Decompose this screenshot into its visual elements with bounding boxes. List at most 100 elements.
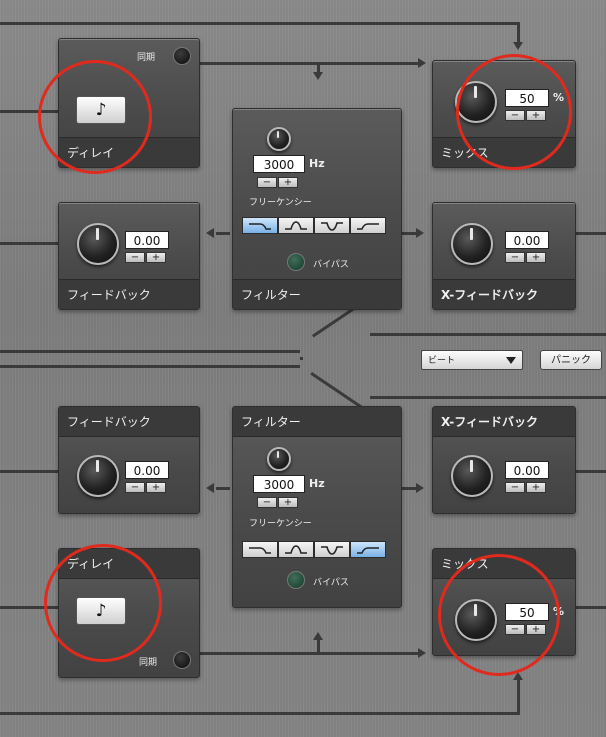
plus-button[interactable]: + — [278, 177, 298, 188]
bottom-xfeedback-panel: X-フィードバック 0.00 − + — [432, 406, 576, 514]
minus-button[interactable]: − — [125, 482, 145, 493]
mode-select-value: ビート — [428, 356, 456, 366]
bandpass-shape-icon[interactable] — [278, 541, 314, 558]
signal-wire — [0, 712, 520, 715]
sync-label: 同期 — [139, 658, 158, 668]
arrow-down-icon — [513, 42, 523, 50]
bottom-bypass-led[interactable] — [287, 571, 305, 589]
bottom-filter-title: フィルター — [233, 407, 401, 437]
bottom-filter-unit: Hz — [309, 477, 325, 490]
highlight-circle — [438, 554, 560, 676]
chevron-down-icon — [506, 357, 516, 364]
minus-button[interactable]: − — [257, 177, 277, 188]
top-feedback-value[interactable]: 0.00 — [125, 231, 169, 249]
arrow-down-icon — [313, 72, 323, 80]
top-filter-knob[interactable] — [267, 127, 291, 151]
bottom-xfeedback-knob[interactable] — [451, 455, 493, 497]
bottom-filter-freq[interactable]: 3000 — [253, 475, 305, 493]
bottom-xfeedback-title: X-フィードバック — [433, 407, 575, 437]
minus-button[interactable]: − — [505, 482, 525, 493]
minus-button[interactable]: − — [505, 252, 525, 263]
bottom-filter-stepper[interactable]: − + — [257, 497, 298, 508]
top-bypass-led[interactable] — [287, 253, 305, 271]
arrow-right-icon — [416, 228, 424, 238]
highlight-circle — [456, 54, 572, 170]
signal-wire — [574, 232, 606, 235]
notch-shape-icon[interactable] — [314, 541, 350, 558]
plus-button[interactable]: + — [146, 252, 166, 263]
arrow-right-icon — [416, 483, 424, 493]
top-xfeedback-title: X-フィードバック — [433, 279, 575, 309]
bottom-xfeedback-stepper[interactable]: − + — [505, 482, 546, 493]
top-feedback-knob[interactable] — [77, 223, 119, 265]
signal-wire — [0, 242, 58, 245]
bottom-filter-shape-selector[interactable] — [242, 541, 386, 558]
mode-select[interactable]: ビート — [421, 350, 523, 370]
top-filter-shape-selector[interactable] — [242, 217, 386, 234]
bottom-feedback-stepper[interactable]: − + — [125, 482, 166, 493]
signal-wire — [216, 487, 230, 490]
top-filter-freq[interactable]: 3000 — [253, 155, 305, 173]
top-feedback-stepper[interactable]: − + — [125, 252, 166, 263]
top-filter-stepper[interactable]: − + — [257, 177, 298, 188]
top-filter-title: フィルター — [233, 279, 401, 309]
top-feedback-title: フィードバック — [59, 279, 199, 309]
plus-button[interactable]: + — [526, 252, 546, 263]
top-xfeedback-panel: 0.00 − + X-フィードバック — [432, 202, 576, 310]
signal-wire — [300, 357, 303, 360]
highpass-shape-icon[interactable] — [350, 541, 386, 558]
signal-wire — [216, 232, 230, 235]
bottom-bypass-label: バイパス — [313, 578, 349, 588]
signal-wire — [0, 350, 300, 353]
plus-button[interactable]: + — [526, 482, 546, 493]
bottom-feedback-title: フィードバック — [59, 407, 199, 437]
signal-wire — [517, 680, 520, 714]
bottom-filter-panel: フィルター 3000 Hz − + フリーケンシー バイパス — [232, 406, 402, 608]
sync-led[interactable] — [173, 651, 191, 669]
highlight-circle — [38, 60, 152, 174]
bandpass-shape-icon[interactable] — [278, 217, 314, 234]
signal-wire — [370, 396, 606, 399]
top-xfeedback-knob[interactable] — [451, 223, 493, 265]
signal-wire — [0, 470, 58, 473]
lowpass-shape-icon[interactable] — [242, 217, 278, 234]
bottom-filter-knob[interactable] — [267, 447, 291, 471]
top-filter-unit: Hz — [309, 157, 325, 170]
top-filter-freq-label: フリーケンシー — [249, 198, 312, 208]
signal-wire — [517, 22, 520, 44]
signal-wire — [574, 470, 606, 473]
signal-wire — [200, 652, 420, 655]
top-feedback-panel: 0.00 − + フィードバック — [58, 202, 200, 310]
top-filter-panel: 3000 Hz − + フリーケンシー バイパス フィルター — [232, 108, 402, 310]
top-xfeedback-value[interactable]: 0.00 — [505, 231, 549, 249]
lowpass-shape-icon[interactable] — [242, 541, 278, 558]
arrow-up-icon — [313, 632, 323, 640]
top-xfeedback-stepper[interactable]: − + — [505, 252, 546, 263]
arrow-right-icon — [418, 58, 426, 68]
bottom-xfeedback-value[interactable]: 0.00 — [505, 461, 549, 479]
signal-wire — [0, 22, 520, 25]
highpass-shape-icon[interactable] — [350, 217, 386, 234]
signal-wire — [317, 640, 320, 652]
signal-wire — [574, 606, 606, 609]
bottom-feedback-value[interactable]: 0.00 — [125, 461, 169, 479]
arrow-right-icon — [418, 648, 426, 658]
minus-button[interactable]: − — [257, 497, 277, 508]
arrow-left-icon — [206, 228, 214, 238]
arrow-left-icon — [206, 483, 214, 493]
bottom-filter-freq-label: フリーケンシー — [249, 519, 312, 529]
bottom-feedback-knob[interactable] — [77, 455, 119, 497]
minus-button[interactable]: − — [125, 252, 145, 263]
plus-button[interactable]: + — [278, 497, 298, 508]
sync-label: 同期 — [137, 53, 156, 63]
plus-button[interactable]: + — [146, 482, 166, 493]
top-bypass-label: バイパス — [313, 260, 349, 270]
signal-wire — [370, 333, 606, 336]
sync-led[interactable] — [173, 47, 191, 65]
bottom-feedback-panel: フィードバック 0.00 − + — [58, 406, 200, 514]
highlight-circle — [44, 544, 162, 662]
signal-wire — [0, 365, 300, 368]
signal-wire — [200, 62, 420, 65]
panic-button[interactable]: パニック — [540, 350, 602, 370]
notch-shape-icon[interactable] — [314, 217, 350, 234]
